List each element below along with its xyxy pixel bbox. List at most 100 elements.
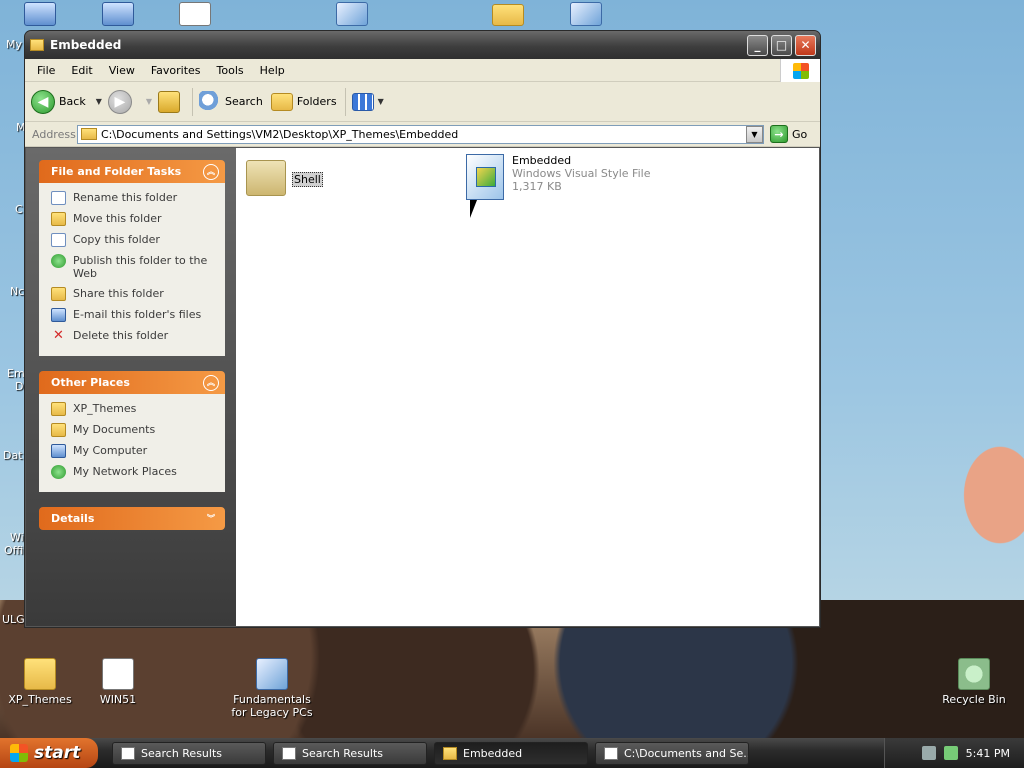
place-xp-themes[interactable]: XP_Themes [51, 402, 217, 416]
task-label: E-mail this folder's files [73, 308, 202, 321]
back-button[interactable]: ◀ Back [31, 89, 86, 114]
menu-favorites[interactable]: Favorites [143, 64, 209, 77]
desktop-icon-style-2[interactable] [546, 2, 626, 29]
desktop-icon-exe[interactable] [155, 2, 235, 29]
explorer-content: File and Folder Tasks ︽ Rename this fold… [26, 148, 819, 626]
chevron-down-icon[interactable]: ︾ [203, 511, 219, 527]
go-arrow-icon: → [770, 125, 788, 143]
other-places-header[interactable]: Other Places ︽ [39, 371, 225, 394]
mouse-cursor-icon [470, 200, 484, 218]
folder-icon [81, 128, 97, 140]
place-my-network[interactable]: My Network Places [51, 465, 217, 479]
desktop-icon-label: WIN51 [99, 693, 137, 706]
tray-icon[interactable] [921, 746, 936, 760]
views-dropdown-icon: ▼ [377, 97, 384, 106]
my-network-icon [51, 465, 66, 479]
address-dropdown-button[interactable]: ▼ [746, 125, 763, 143]
windows-logo-icon [780, 59, 820, 82]
file-item-shell[interactable]: Shell [246, 160, 323, 196]
menu-edit[interactable]: Edit [63, 64, 100, 77]
desktop-edge-label: Nc [10, 285, 25, 298]
panel-title: File and Folder Tasks [51, 165, 182, 178]
address-bar: Address C:\Documents and Settings\VM2\De… [25, 122, 820, 147]
task-label: Move this folder [73, 212, 162, 225]
menu-tools[interactable]: Tools [209, 64, 252, 77]
desktop-edge-label: Em [7, 367, 25, 380]
desktop-icon-xp-themes[interactable]: XP_Themes [0, 658, 80, 706]
folder-icon [246, 160, 286, 196]
forward-button[interactable]: ▶ [107, 89, 136, 114]
wallpaper-hand [944, 420, 1024, 570]
share-icon [51, 287, 66, 301]
start-button[interactable]: start [0, 738, 98, 768]
taskbar-button-search-results[interactable]: Search Results [112, 741, 266, 765]
desktop-icon-recycle-bin[interactable]: Recycle Bin [934, 658, 1014, 706]
task-rename-folder[interactable]: Rename this folder [51, 191, 217, 205]
title-bar[interactable]: Embedded _ □ ✕ [25, 31, 820, 59]
task-share-folder[interactable]: Share this folder [51, 287, 217, 301]
task-delete-folder[interactable]: ✕ Delete this folder [51, 329, 217, 343]
back-dropdown-icon[interactable]: ▼ [96, 97, 102, 106]
desktop-edge-label: C [15, 203, 23, 216]
views-button[interactable]: ▼ [351, 92, 390, 111]
email-icon [51, 308, 66, 322]
task-pane: File and Folder Tasks ︽ Rename this fold… [26, 148, 236, 626]
search-results-icon [282, 746, 296, 760]
menu-view[interactable]: View [101, 64, 143, 77]
archive-icon [604, 746, 618, 760]
folders-button[interactable]: Folders [270, 92, 337, 111]
taskbar-button-label: Embedded [463, 746, 523, 760]
place-label: My Network Places [73, 465, 177, 478]
task-copy-folder[interactable]: Copy this folder [51, 233, 217, 247]
my-computer-icon [24, 2, 56, 26]
explorer-window: Embedded _ □ ✕ File Edit View Favorites … [24, 30, 821, 628]
desktop-icon-network[interactable] [78, 2, 158, 29]
panel-title: Other Places [51, 376, 130, 389]
place-my-computer[interactable]: My Computer [51, 444, 217, 458]
search-icon [199, 90, 222, 113]
go-button[interactable]: → Go [770, 125, 816, 143]
system-tray: 5:41 PM [884, 738, 1024, 768]
address-input[interactable]: C:\Documents and Settings\VM2\Desktop\XP… [77, 124, 764, 144]
place-my-documents[interactable]: My Documents [51, 423, 217, 437]
panel-body: XP_Themes My Documents My Computer My Ne… [39, 394, 225, 492]
chevron-up-icon[interactable]: ︽ [203, 374, 219, 391]
chevron-up-icon[interactable]: ︽ [203, 163, 219, 180]
desktop-icon-style[interactable] [312, 2, 392, 29]
search-button[interactable]: Search [199, 90, 263, 113]
visual-style-icon [570, 2, 602, 26]
task-label: Copy this folder [73, 233, 160, 246]
file-type: Windows Visual Style File [512, 167, 651, 180]
taskbar-button-search-results-2[interactable]: Search Results [273, 741, 427, 765]
desktop-edge-label: Offi [4, 544, 24, 557]
maximize-button[interactable]: □ [771, 34, 792, 56]
tray-icon[interactable] [943, 746, 958, 760]
address-value: C:\Documents and Settings\VM2\Desktop\XP… [101, 127, 459, 141]
desktop-edge-label: Dat [3, 449, 23, 462]
taskbar-button-embedded[interactable]: Embedded [434, 741, 588, 765]
file-name: Shell [292, 172, 323, 187]
file-folder-tasks-panel: File and Folder Tasks ︽ Rename this fold… [39, 160, 225, 356]
menu-help[interactable]: Help [252, 64, 293, 77]
details-panel: Details ︾ [39, 507, 225, 530]
desktop-icon-win51[interactable]: WIN51 [78, 658, 158, 706]
details-header[interactable]: Details ︾ [39, 507, 225, 530]
task-label: Share this folder [73, 287, 164, 300]
panel-title: Details [51, 512, 95, 525]
minimize-button[interactable]: _ [747, 34, 768, 56]
task-email-files[interactable]: E-mail this folder's files [51, 308, 217, 322]
desktop-icon-folder[interactable] [468, 4, 548, 29]
file-folder-tasks-header[interactable]: File and Folder Tasks ︽ [39, 160, 225, 183]
up-button[interactable] [158, 90, 184, 113]
file-item-embedded[interactable]: Embedded Windows Visual Style File 1,317… [466, 154, 650, 200]
file-size: 1,317 KB [512, 180, 562, 193]
menu-bar: File Edit View Favorites Tools Help [25, 59, 820, 82]
close-button[interactable]: ✕ [795, 34, 816, 56]
menu-file[interactable]: File [29, 64, 63, 77]
desktop-icon-fundamentals[interactable]: Fundamentals for Legacy PCs [230, 658, 314, 719]
task-move-folder[interactable]: Move this folder [51, 212, 217, 226]
clock[interactable]: 5:41 PM [966, 747, 1010, 760]
desktop-icon-my-computer[interactable] [0, 2, 80, 29]
task-publish-folder[interactable]: Publish this folder to the Web [51, 254, 217, 280]
taskbar-button-7zip[interactable]: C:\Documents and Se... [595, 741, 749, 765]
